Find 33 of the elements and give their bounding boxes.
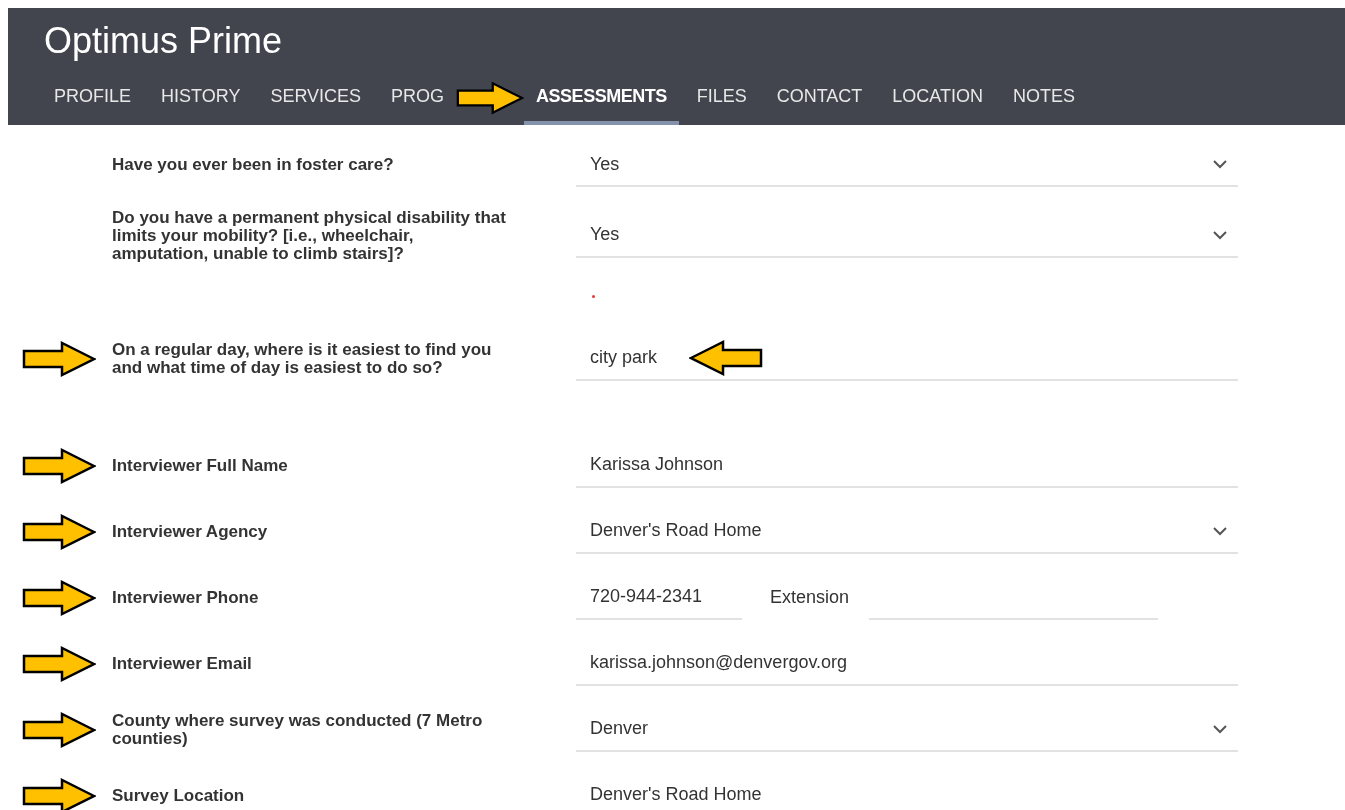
tab[interactable]: ASSESSMENTS [524, 77, 679, 125]
app-title: Optimus Prime [43, 19, 284, 63]
input-field[interactable]: 720-944-2341 [576, 575, 742, 620]
field-label: County where survey was conducted (7 Metro counties) [112, 711, 484, 748]
field-label: On a regular day, where is it easiest to find you and what time of day is easiest to do so? [112, 340, 493, 377]
tab[interactable]: SERVICES [258, 77, 374, 125]
tab[interactable]: CONTACT [764, 77, 875, 125]
field-label: Interviewer Email [112, 654, 253, 673]
field-label: Interviewer Phone [112, 588, 260, 607]
chevron-down-icon [1212, 525, 1228, 536]
input-field[interactable]: Karissa Johnson [576, 443, 1238, 488]
chevron-down-icon [1212, 229, 1228, 240]
chevron-down-icon [1212, 723, 1228, 734]
dropdown[interactable]: Denver's Road Home [576, 509, 1238, 554]
field-label: Extension [770, 587, 850, 609]
tab[interactable]: NOTES [1001, 77, 1088, 125]
field-label: Interviewer Agency [112, 522, 269, 541]
dropdown[interactable]: Yes [576, 143, 1238, 187]
field-label: Do you have a permanent physical disability that limits your mobility? [i.e., wheelchair, amputation, unable to climb stairs]? [112, 209, 507, 263]
tab[interactable]: LOCATION [880, 77, 996, 125]
input-field[interactable]: karissa.johnson@denvergov.org [576, 641, 1238, 686]
chevron-down-icon [1212, 159, 1228, 169]
field-label: Survey Location [112, 786, 246, 805]
tab[interactable]: FILES [684, 77, 759, 125]
dropdown[interactable]: Yes [576, 213, 1238, 258]
tab[interactable]: HISTORY [149, 77, 253, 125]
input-field[interactable]: Denver's Road Home [576, 773, 1238, 810]
field-label: Have you ever been in foster care? [112, 156, 395, 174]
tab[interactable]: PROFILE [42, 77, 144, 125]
field-label: Interviewer Full Name [112, 456, 289, 475]
dropdown[interactable]: Denver [576, 707, 1238, 752]
tab[interactable]: PROG [379, 77, 457, 125]
input-field[interactable]: city park [576, 336, 1238, 381]
